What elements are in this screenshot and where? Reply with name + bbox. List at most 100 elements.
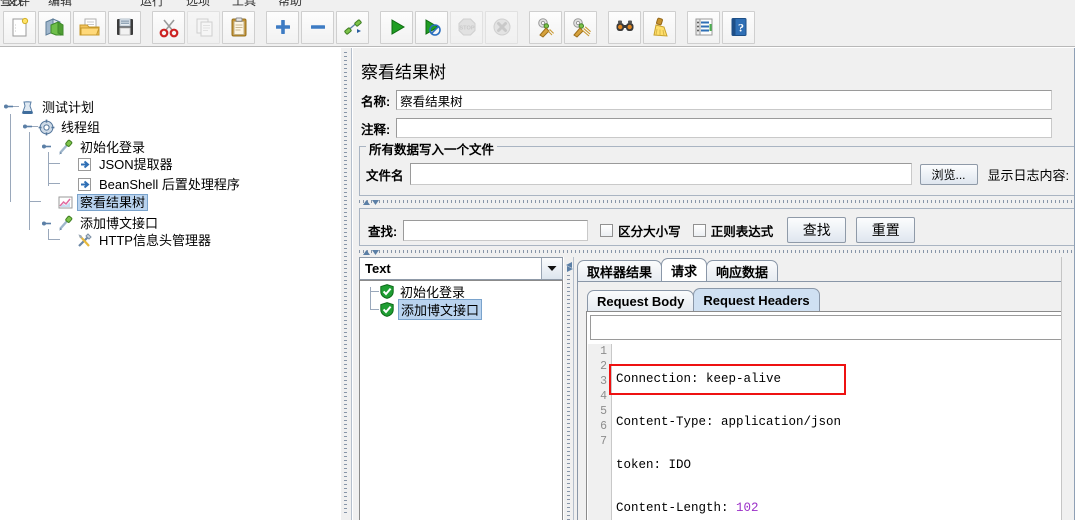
templates-button[interactable] xyxy=(38,10,71,44)
copy-button[interactable] xyxy=(187,10,220,44)
tree-expand-handle[interactable] xyxy=(23,122,32,131)
browse-button[interactable]: 浏览... xyxy=(919,163,978,185)
line-number: 5 xyxy=(600,405,607,418)
toolbar-separator-1 xyxy=(142,11,151,44)
tree-node-json-extractor[interactable]: JSON提取器 xyxy=(75,155,176,174)
right-vertical-scrollbar[interactable] xyxy=(1061,257,1075,520)
line-number: 3 xyxy=(600,375,607,388)
tab-response-data[interactable]: 响应数据 xyxy=(706,260,779,282)
post-processor-icon xyxy=(75,176,93,194)
line-number: 7 xyxy=(600,435,607,448)
view-results-tree-icon xyxy=(56,194,74,212)
chevron-down-icon[interactable] xyxy=(541,258,562,279)
code-filter-input[interactable] xyxy=(590,315,1070,340)
tree-node-label: 添加博文接口 xyxy=(80,216,159,231)
inner-collapse-arrows[interactable] xyxy=(565,259,574,275)
name-row: 名称: xyxy=(361,90,1071,110)
paste-button[interactable] xyxy=(222,10,255,44)
find-button[interactable]: 查找 xyxy=(787,217,847,243)
filename-input[interactable] xyxy=(409,163,912,185)
svg-text:?: ? xyxy=(738,21,744,35)
request-subtabs[interactable]: Request Body Request Headers xyxy=(587,288,820,311)
tree-node-label: 线程组 xyxy=(61,120,101,135)
comment-input[interactable] xyxy=(396,118,1053,138)
toolbar-separator-5 xyxy=(598,11,607,44)
start-button[interactable] xyxy=(380,10,413,44)
success-shield-icon xyxy=(379,284,395,300)
subtab-request-headers[interactable]: Request Headers xyxy=(693,288,820,311)
new-test-plan-button[interactable] xyxy=(3,10,36,44)
inner-split-divider[interactable] xyxy=(563,257,574,520)
split-pane-divider[interactable] xyxy=(340,48,352,520)
menu-bar[interactable]: 文件 编辑 查找 运行 选项 工具 帮助 xyxy=(0,0,1075,8)
jmeter-window: 文件 编辑 查找 运行 选项 工具 帮助 STOP ? 测试计划 线程组 初始化… xyxy=(0,0,1075,520)
menu-item-tools[interactable]: 工具 xyxy=(232,0,256,8)
request-headers-view[interactable]: 1 2 3 4 5 6 7 Connection: keep-alive Con… xyxy=(586,311,1075,520)
code-line-text: Content-Length: xyxy=(616,501,737,515)
code-content[interactable]: Connection: keep-alive Content-Type: app… xyxy=(613,344,1075,520)
sampler-pipette-icon xyxy=(56,139,74,157)
name-input[interactable] xyxy=(396,90,1053,110)
test-plan-tree[interactable]: 测试计划 线程组 初始化登录 JSON提取器 BeanShell 后置处理程序 … xyxy=(0,48,340,520)
save-button[interactable] xyxy=(108,10,141,44)
search-input[interactable] xyxy=(403,219,589,241)
toolbar-separator-3 xyxy=(370,11,379,44)
tree-node-thread-group[interactable]: 线程组 xyxy=(37,118,103,137)
reset-search-button[interactable] xyxy=(643,10,676,44)
toolbar: STOP ? xyxy=(0,8,1075,47)
panel-collapse-arrows-2[interactable] xyxy=(361,249,381,256)
tree-node-test-plan[interactable]: 测试计划 xyxy=(18,98,97,117)
panel-drag-dots-2[interactable] xyxy=(359,250,1075,253)
reset-button[interactable]: 重置 xyxy=(856,217,916,243)
tree-node-beanshell-postprocessor[interactable]: BeanShell 后置处理程序 xyxy=(75,175,243,194)
menu-item-help[interactable]: 帮助 xyxy=(278,0,302,8)
write-all-data-groupbox: 所有数据写入一个文件 文件名 浏览... 显示日志内容: xyxy=(359,139,1075,196)
cut-button[interactable] xyxy=(152,10,185,44)
expand-all-button[interactable] xyxy=(266,10,299,44)
open-button[interactable] xyxy=(73,10,106,44)
panel-drag-dots[interactable] xyxy=(359,200,1075,203)
collapse-all-button[interactable] xyxy=(301,10,334,44)
regex-box[interactable] xyxy=(692,223,706,237)
help-button[interactable]: ? xyxy=(722,10,755,44)
result-tabs[interactable]: 取样器结果 请求 响应数据 xyxy=(577,258,779,282)
result-item[interactable]: 初始化登录 xyxy=(379,283,467,300)
regex-checkbox[interactable]: 正则表达式 xyxy=(692,221,774,240)
results-list[interactable]: 初始化登录 添加博文接口 xyxy=(359,280,563,520)
tree-expand-handle[interactable] xyxy=(42,142,51,151)
menu-item-run[interactable]: 运行 xyxy=(140,0,164,8)
search-row: 查找: 区分大小写 正则表达式 查找 重置 xyxy=(368,217,916,243)
tree-node-http-header-manager[interactable]: HTTP信息头管理器 xyxy=(75,231,214,250)
toggle-button[interactable] xyxy=(336,10,369,44)
tab-request[interactable]: 请求 xyxy=(661,258,708,282)
toolbar-separator-6 xyxy=(677,11,686,44)
clear-button[interactable] xyxy=(529,10,562,44)
tree-node-view-results-tree[interactable]: 察看结果树 xyxy=(56,193,149,212)
case-sensitive-label: 区分大小写 xyxy=(618,224,681,239)
request-tab-content: Request Body Request Headers 1 2 3 4 5 6… xyxy=(577,281,1075,520)
tree-expand-handle[interactable] xyxy=(4,102,13,111)
clear-all-button[interactable] xyxy=(564,10,597,44)
function-helper-button[interactable] xyxy=(687,10,720,44)
case-sensitive-box[interactable] xyxy=(600,223,614,237)
start-no-pauses-button[interactable] xyxy=(415,10,448,44)
regex-label: 正则表达式 xyxy=(710,224,774,239)
toolbar-separator-4 xyxy=(519,11,528,44)
success-shield-icon xyxy=(379,302,395,318)
case-sensitive-checkbox[interactable]: 区分大小写 xyxy=(600,221,681,240)
stop-button[interactable]: STOP xyxy=(450,10,483,44)
subtab-request-body[interactable]: Request Body xyxy=(587,290,695,311)
menu-item-options[interactable]: 选项 xyxy=(186,0,210,8)
result-item[interactable]: 添加博文接口 xyxy=(379,299,483,320)
shutdown-button[interactable] xyxy=(485,10,518,44)
tree-node-label: BeanShell 后置处理程序 xyxy=(99,177,240,192)
menu-item-edit[interactable]: 编辑 xyxy=(48,0,72,8)
search-button[interactable] xyxy=(608,10,641,44)
search-bar: 查找: 区分大小写 正则表达式 查找 重置 xyxy=(359,208,1075,246)
menu-item-search[interactable]: 查找 xyxy=(0,0,24,8)
renderer-combo[interactable]: Text xyxy=(359,257,563,280)
panel-collapse-arrows[interactable] xyxy=(361,199,381,206)
tab-sampler-result[interactable]: 取样器结果 xyxy=(577,260,663,282)
tree-expand-handle[interactable] xyxy=(42,219,51,228)
post-processor-icon xyxy=(75,156,93,174)
